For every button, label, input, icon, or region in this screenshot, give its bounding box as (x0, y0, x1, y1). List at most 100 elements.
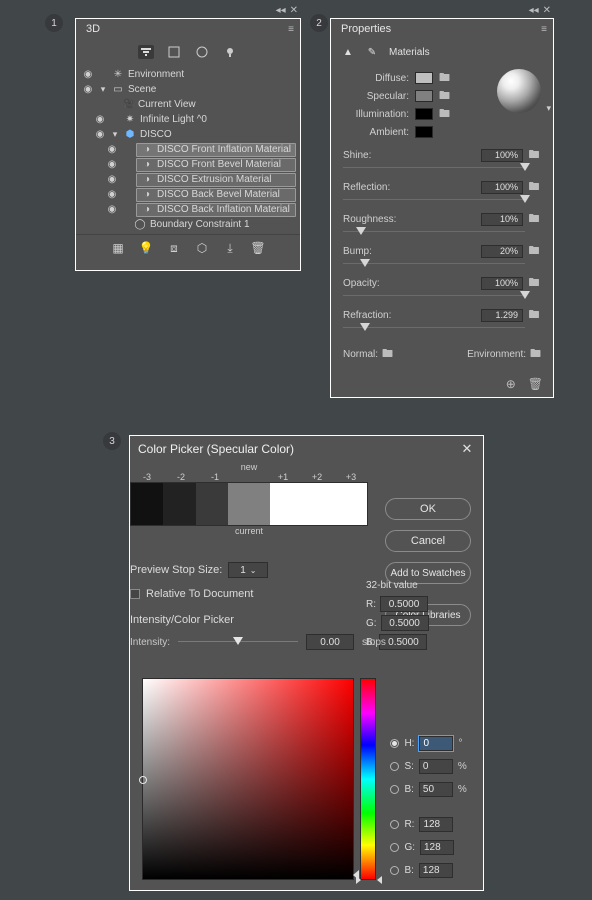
illumination-swatch[interactable] (415, 108, 433, 120)
tree-row-material[interactable]: ◉ ◑ DISCO Extrusion Material (80, 172, 296, 187)
g32-field[interactable] (381, 615, 429, 631)
ambient-swatch[interactable] (415, 126, 433, 138)
filter-material-icon[interactable] (194, 45, 210, 59)
b2-radio[interactable] (390, 866, 399, 875)
opacity-value[interactable]: 100% (481, 277, 523, 290)
illumination-texture-icon[interactable]: 🖿 (439, 105, 450, 124)
tree-row-environment[interactable]: ◉ ✳ Environment (80, 67, 296, 82)
panel-menu-icon[interactable]: ≡ (541, 24, 547, 35)
shine-texture-icon[interactable]: 🖿 (527, 146, 541, 165)
material-preview-menu-icon[interactable]: ▾ (546, 103, 551, 114)
opacity-slider[interactable] (343, 291, 525, 301)
ok-button[interactable]: OK (385, 498, 471, 520)
render-icon[interactable]: ▦ (110, 241, 126, 255)
mesh-mode-icon[interactable]: ▲ (341, 45, 355, 59)
tree-row-material[interactable]: ◉ ◑ DISCO Front Inflation Material (80, 142, 296, 157)
opacity-texture-icon[interactable]: 🖿 (527, 274, 541, 293)
filter-light-icon[interactable] (222, 45, 238, 59)
environment-texture-icon[interactable]: 🖿 (530, 345, 541, 364)
cancel-button[interactable]: Cancel (385, 530, 471, 552)
diffuse-swatch[interactable] (415, 72, 433, 84)
add-icon[interactable]: ⤓ (222, 241, 238, 255)
disclosure-icon[interactable]: ▾ (110, 129, 120, 140)
light-new-icon[interactable]: 💡 (138, 241, 154, 255)
bump-texture-icon[interactable]: 🖿 (527, 242, 541, 261)
refraction-value[interactable]: 1.299 (481, 309, 523, 322)
diffuse-texture-icon[interactable]: 🖿 (439, 69, 450, 88)
saturation-value-field[interactable] (142, 678, 354, 880)
intensity-field[interactable] (306, 634, 354, 650)
visibility-icon[interactable]: ◉ (94, 114, 106, 125)
hue-strip[interactable] (360, 678, 376, 880)
reflection-slider[interactable] (343, 195, 525, 205)
close-icon[interactable]: ✕ (290, 5, 298, 16)
tree-row-material[interactable]: ◉ ◑ DISCO Back Inflation Material (80, 202, 296, 217)
tree-row-current-view[interactable]: 🎥 Current View (80, 97, 296, 112)
disclosure-icon[interactable]: ▾ (98, 84, 108, 95)
roughness-slider[interactable] (343, 227, 525, 237)
material-preview[interactable] (497, 69, 541, 113)
material-icon: ◑ (141, 159, 153, 170)
tree-row-light[interactable]: ◉ ✷ Infinite Light ^0 (80, 112, 296, 127)
visibility-icon[interactable]: ◉ (106, 174, 118, 185)
roughness-value[interactable]: 10% (481, 213, 523, 226)
normal-texture-icon[interactable]: 🖿 (382, 345, 393, 364)
r32-field[interactable] (380, 596, 428, 612)
close-icon[interactable]: ✕ (459, 441, 475, 457)
shine-value[interactable]: 100% (481, 149, 523, 162)
h-field[interactable] (419, 736, 453, 751)
visibility-icon[interactable]: ◉ (106, 144, 118, 155)
b32-field[interactable] (379, 634, 427, 650)
g8-field[interactable] (420, 840, 454, 855)
tree-row-disco[interactable]: ◉ ▾ ⬢ DISCO (80, 127, 296, 142)
specular-texture-icon[interactable]: 🖿 (439, 87, 450, 106)
reflection-value[interactable]: 100% (481, 181, 523, 194)
tab-properties[interactable]: Properties (331, 19, 401, 39)
h-radio[interactable] (390, 739, 399, 748)
bump-slider[interactable] (343, 259, 525, 269)
visibility-icon[interactable]: ◉ (106, 189, 118, 200)
filter-scene-icon[interactable] (138, 45, 154, 59)
brush-mode-icon[interactable]: ✎ (365, 45, 379, 59)
tab-3d[interactable]: 3D (76, 19, 110, 39)
collapse-icon[interactable]: ◂◂ (276, 5, 286, 16)
b-field[interactable] (419, 782, 453, 797)
panel-menu-icon[interactable]: ≡ (288, 24, 294, 35)
roughness-texture-icon[interactable]: 🖿 (527, 210, 541, 229)
tree-row-scene[interactable]: ◉ ▾ ▭ Scene (80, 82, 296, 97)
h-label: H: (404, 738, 414, 749)
r8-field[interactable] (419, 817, 453, 832)
filter-mesh-icon[interactable] (166, 45, 182, 59)
tree-row-material[interactable]: ◉ ◑ DISCO Back Bevel Material (80, 187, 296, 202)
camera-new-icon[interactable]: ⧈ (166, 241, 182, 255)
intensity-slider[interactable] (178, 638, 298, 646)
shine-slider[interactable] (343, 163, 525, 173)
r-radio[interactable] (390, 820, 399, 829)
s-radio[interactable] (390, 762, 399, 771)
visibility-icon[interactable]: ◉ (94, 129, 106, 140)
tree-row-material[interactable]: ◉ ◑ DISCO Front Bevel Material (80, 157, 296, 172)
visibility-icon[interactable]: ◉ (82, 69, 94, 80)
close-icon[interactable]: ✕ (543, 5, 551, 16)
visibility-icon[interactable]: ◉ (106, 204, 118, 215)
b-radio[interactable] (390, 785, 399, 794)
bump-value[interactable]: 20% (481, 245, 523, 258)
tree-row-boundary[interactable]: ◯ Boundary Constraint 1 (80, 217, 296, 232)
visibility-icon[interactable]: ◉ (106, 159, 118, 170)
relative-checkbox[interactable] (130, 589, 140, 599)
collapse-icon[interactable]: ◂◂ (529, 5, 539, 16)
s-field[interactable] (419, 759, 453, 774)
mesh-new-icon[interactable]: ⬡ (194, 241, 210, 255)
g-radio[interactable] (390, 843, 399, 852)
specular-swatch[interactable] (415, 90, 433, 102)
refraction-texture-icon[interactable]: 🖿 (527, 306, 541, 325)
trash-icon[interactable]: 🗑 (250, 241, 266, 255)
refraction-slider[interactable] (343, 323, 525, 333)
new-material-icon[interactable]: ⊕ (506, 377, 516, 391)
trash-icon[interactable]: 🗑 (528, 377, 543, 391)
reflection-texture-icon[interactable]: 🖿 (527, 178, 541, 197)
visibility-icon[interactable]: ◉ (82, 84, 94, 95)
exposure-preview-strip[interactable] (130, 482, 368, 526)
preview-stop-select[interactable]: 1⌄ (228, 562, 268, 578)
b8-field[interactable] (419, 863, 453, 878)
